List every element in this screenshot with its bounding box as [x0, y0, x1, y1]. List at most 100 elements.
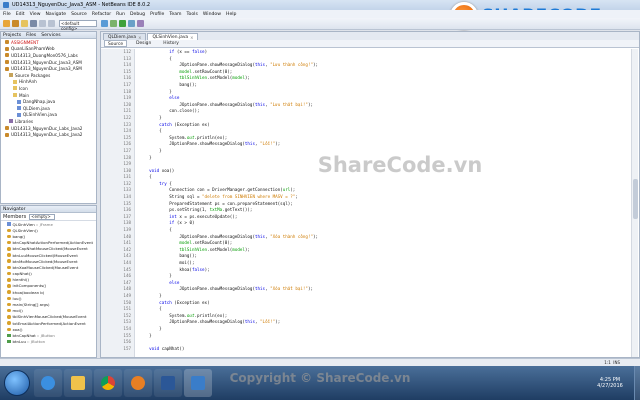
line-number: 114	[123, 62, 131, 68]
code-line: void capNhat()	[149, 345, 185, 351]
menu-item[interactable]: Tools	[187, 12, 198, 17]
code-line: model.setRowCount(0);	[179, 240, 233, 246]
config-select[interactable]: <default config>	[59, 20, 97, 31]
menu-item[interactable]: Navigate	[46, 12, 67, 17]
menu-item[interactable]: Run	[116, 12, 125, 17]
project-tree-item[interactable]: DangNhap.java	[1, 98, 96, 105]
menu-item[interactable]: View	[30, 12, 41, 17]
project-tree-item[interactable]: Source Packages	[1, 72, 96, 79]
project-tree-item[interactable]: Icon	[1, 85, 96, 92]
undo-icon[interactable]	[39, 20, 46, 27]
close-icon[interactable]: ×	[138, 35, 141, 40]
project-tree-item[interactable]: QuanLiSanPhamWeb	[1, 46, 96, 53]
line-number: 147	[123, 279, 131, 285]
member-name: btnCapNhatMouseClicked(MouseEvent	[12, 246, 88, 252]
package-icon	[13, 93, 17, 98]
navigator-member-list: QLSinhVien:: JFrame QLSinhVien() bang() btn…	[1, 221, 96, 345]
project-tree-item[interactable]: UD14313_NguyenDuc_Labs_Java2	[1, 131, 96, 138]
menu-item[interactable]: File	[3, 12, 11, 17]
menu-item[interactable]: Source	[71, 12, 87, 17]
run-icon[interactable]	[119, 20, 126, 27]
line-number: 139	[123, 227, 131, 233]
navigator-member[interactable]: btnCapNhatMouseClicked(MouseEvent	[1, 246, 96, 252]
project-tree-label: UD14313_NguyenDuc_Labs_Java2	[11, 132, 83, 138]
member-name: btnXoaMouseClicked(MouseEvent	[12, 264, 79, 270]
editor-view-tab[interactable]: Design	[133, 40, 154, 47]
project-tree-item[interactable]: HinhAnh	[1, 79, 96, 86]
open-project-icon[interactable]	[21, 20, 28, 27]
line-number: 151	[123, 306, 131, 312]
line-number: 154	[123, 325, 131, 331]
build-icon[interactable]	[101, 20, 108, 27]
code-area[interactable]: 112 113 114 115 116 117 118 119 120 121 122 123 124 1…	[101, 49, 631, 357]
navigator-member[interactable]: btnLuu:: JButton	[1, 339, 96, 345]
line-number-gutter: 112 113 114 115 116 117 118 119 120 121 122 123 124 1…	[101, 49, 135, 357]
navigator-member[interactable]: tblSinhVienMouseClicked(MouseEvent	[1, 314, 96, 320]
editor-view-tabs: Source Design History	[101, 40, 639, 48]
members-select[interactable]: <empty>	[29, 213, 56, 220]
navigator-member[interactable]: btnCapNhatActionPerformed(ActionEvent	[1, 240, 96, 246]
line-number: 123	[123, 121, 131, 127]
line-number: 133	[123, 187, 131, 193]
editor-vertical-scrollbar[interactable]	[631, 49, 638, 357]
menu-item[interactable]: Debug	[130, 12, 145, 17]
project-tree-item[interactable]: UD14313_NguyenDuc_Java3_ASM	[1, 59, 96, 66]
line-number: 124	[123, 128, 131, 134]
code-line: }	[139, 325, 162, 331]
editor-tab[interactable]: QLDiem.java ×	[103, 33, 147, 40]
save-all-icon[interactable]	[30, 20, 37, 27]
projects-tab[interactable]: Files	[26, 33, 36, 38]
project-tree-label: UD14313_NguyenDuc_Java3_ASM	[11, 66, 82, 72]
editor-view-tab[interactable]: Source	[104, 40, 128, 47]
project-icon	[5, 53, 9, 58]
code-line: int x = ps.executeUpdate();	[169, 213, 238, 219]
line-number: 121	[123, 108, 131, 114]
project-tree-label: UD14313_NguyenDuc_Labs_Java2	[11, 125, 83, 131]
project-tree-item[interactable]: Main	[1, 92, 96, 99]
menu-item[interactable]: Refactor	[92, 12, 111, 17]
method-icon	[7, 296, 11, 301]
menu-item[interactable]: Team	[169, 12, 181, 17]
projects-tab[interactable]: Services	[41, 33, 60, 38]
projects-tab[interactable]: Projects	[3, 33, 21, 38]
line-number: 113	[123, 55, 131, 61]
editor-tab[interactable]: QLSinhVien.java ×	[147, 33, 199, 40]
code-line: {	[139, 128, 162, 134]
menu-item[interactable]: Edit	[16, 12, 25, 17]
line-number: 125	[123, 134, 131, 140]
code-line: JOptionPane.showMessageDialog(this, "Lỗi…	[139, 319, 281, 325]
debug-icon[interactable]	[128, 20, 135, 27]
close-icon[interactable]: ×	[190, 35, 193, 40]
project-tree-item[interactable]: QLSinhVien.java	[1, 112, 96, 119]
project-tree-item[interactable]: Libraries	[1, 118, 96, 125]
method-icon	[7, 321, 11, 325]
project-tree-item[interactable]: ASSIGNMENT	[1, 39, 96, 46]
window-titlebar: UD14313_NguyenDuc_Java3_ASM - NetBeans I…	[0, 0, 640, 30]
menu-item[interactable]: Help	[226, 12, 236, 17]
scrollbar-thumb[interactable]	[633, 179, 638, 219]
redo-icon[interactable]	[48, 20, 55, 27]
line-number: 137	[123, 213, 131, 219]
editor-view-tab[interactable]: History	[160, 40, 182, 47]
clean-build-icon[interactable]	[110, 20, 117, 27]
project-icon	[9, 73, 13, 78]
java-file-icon	[17, 112, 21, 117]
project-tree-item[interactable]: UD14313_NguyenDuc_Java3_ASM	[1, 65, 96, 72]
new-project-icon[interactable]	[12, 20, 19, 27]
source-code[interactable]: if (x == false) { JOptionPane.showMessag…	[139, 49, 629, 357]
status-bar: 1:1 INS	[0, 358, 640, 366]
member-name: btnCapNhat	[12, 332, 36, 338]
navigator-member[interactable]: txtEmailActionPerformed(ActionEvent	[1, 320, 96, 326]
menu-item[interactable]: Window	[203, 12, 221, 17]
new-file-icon[interactable]	[3, 20, 10, 27]
line-number: 119	[123, 95, 131, 101]
project-tree-item[interactable]: UD14313_NguyenDuc_Labs_Java2	[1, 125, 96, 132]
line-number: 153	[123, 319, 131, 325]
project-tree-item[interactable]: QLDiem.java	[1, 105, 96, 112]
navigator-panel: Navigator Members <empty> QLSinhVien:: J…	[0, 205, 97, 358]
project-tree-item[interactable]: UD14313_DuongMon0576_Labs	[1, 52, 96, 59]
profile-icon[interactable]	[137, 20, 144, 27]
menu-item[interactable]: Profile	[150, 12, 164, 17]
member-name: main(String[] args)	[12, 302, 50, 308]
line-number: 120	[123, 101, 131, 107]
